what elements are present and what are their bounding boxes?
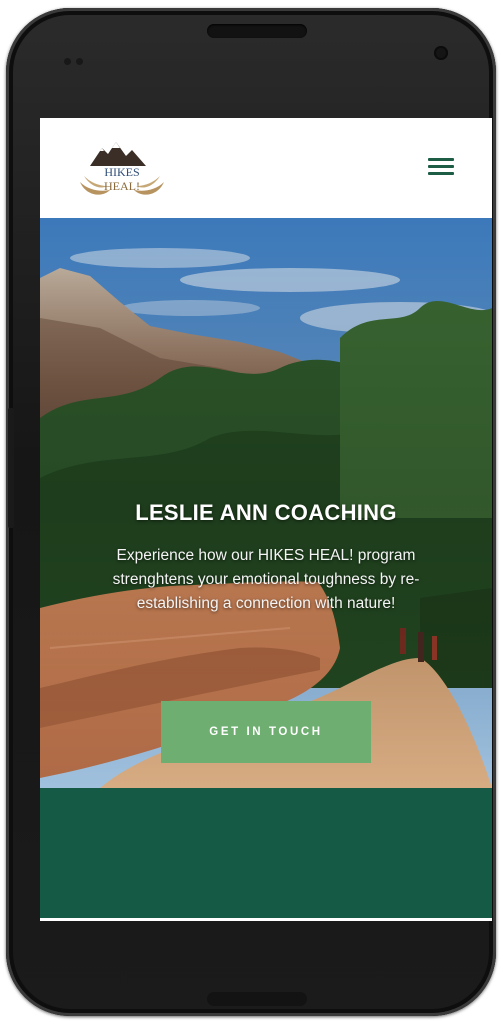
site-header: HIKES HEAL! bbox=[40, 118, 492, 218]
hero-section: LESLIE ANN COACHING Experience how our H… bbox=[40, 218, 492, 788]
menu-line bbox=[428, 165, 454, 168]
sensor-dots bbox=[64, 52, 94, 65]
phone-screen: HIKES HEAL! LESLIE ANN COACHING Experien… bbox=[40, 118, 492, 921]
green-section bbox=[40, 788, 492, 918]
hero-subtitle: Experience how our HIKES HEAL! program s… bbox=[112, 547, 420, 612]
side-button bbox=[8, 408, 14, 528]
hikes-heal-logo[interactable]: HIKES HEAL! bbox=[76, 140, 168, 198]
hero-title: LESLIE ANN COACHING bbox=[135, 500, 397, 525]
logo-text-hikes: HIKES bbox=[104, 165, 139, 179]
phone-frame: HIKES HEAL! LESLIE ANN COACHING Experien… bbox=[6, 8, 496, 1016]
front-camera-icon bbox=[434, 46, 448, 60]
hamburger-menu-icon[interactable] bbox=[428, 158, 454, 178]
logo-text-heal: HEAL! bbox=[104, 179, 140, 193]
menu-line bbox=[428, 172, 454, 175]
get-in-touch-button[interactable]: GET IN TOUCH bbox=[161, 701, 371, 763]
bottom-speaker bbox=[207, 992, 307, 1006]
mountain-logo-icon: HIKES HEAL! bbox=[80, 142, 164, 195]
earpiece-speaker bbox=[207, 24, 307, 38]
menu-line bbox=[428, 158, 454, 161]
